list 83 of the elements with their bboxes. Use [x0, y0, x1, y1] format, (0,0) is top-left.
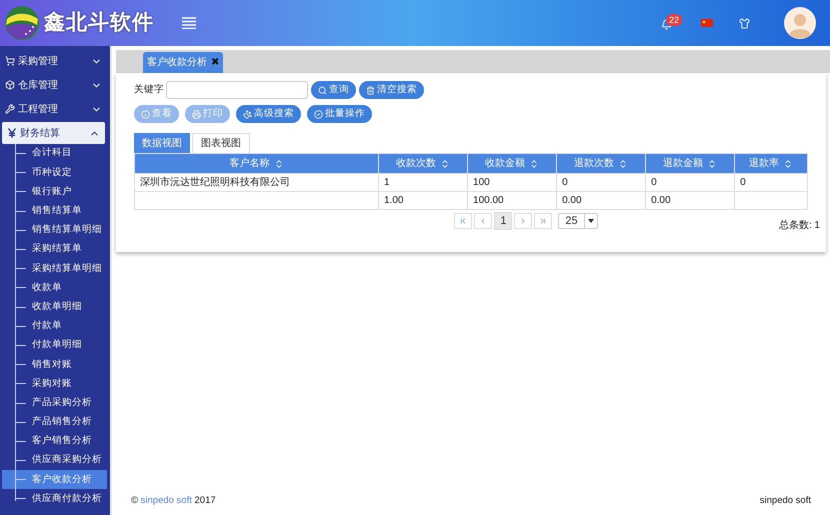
action-button[interactable]: 高级搜索	[236, 105, 301, 123]
last-page-button[interactable]	[534, 213, 552, 229]
total-count: 总条数: 1	[778, 218, 820, 233]
table-cell: 0	[734, 174, 808, 192]
info-icon	[141, 110, 150, 118]
sidebar-item[interactable]: 收款单	[2, 278, 107, 298]
check-circle-icon	[314, 110, 323, 118]
sidebar-item[interactable]: 收款单明细	[2, 298, 107, 317]
sort-icon	[707, 158, 718, 168]
column-header[interactable]: 收款次数	[378, 154, 468, 174]
sidebar-item[interactable]: 产品销售分析	[2, 412, 107, 432]
sidebar-item[interactable]: 销售结算单明细	[2, 220, 107, 240]
cube-icon	[5, 80, 15, 90]
notification-badge: 22	[666, 14, 682, 26]
avatar-icon[interactable]	[784, 7, 816, 39]
sort-icon	[274, 158, 284, 168]
first-icon	[459, 217, 468, 225]
sidebar-item[interactable]: 付款单	[2, 316, 107, 336]
menu-icon[interactable]	[182, 17, 196, 29]
sidebar-item[interactable]: 产品采购分析	[2, 393, 107, 413]
paw-icon	[243, 110, 252, 118]
sort-icon	[529, 158, 540, 168]
table-cell: 0.00	[556, 192, 646, 210]
sidebar-item[interactable]: 采购结算单	[2, 240, 107, 260]
column-header[interactable]: 退款次数	[556, 154, 646, 174]
sidebar-group[interactable]: 仓库管理	[0, 74, 107, 96]
last-icon	[539, 217, 548, 225]
logo-text: 鑫北斗软件	[44, 10, 154, 36]
close-icon[interactable]: ✖	[211, 55, 219, 70]
table-cell: 深圳市沅达世纪照明科技有限公司	[134, 174, 378, 192]
trash-icon	[366, 86, 375, 94]
sidebar-item[interactable]: 会计科目	[2, 144, 107, 164]
page-size-select[interactable]: 25	[558, 213, 598, 229]
sidebar-item[interactable]: 币种设定	[2, 163, 107, 182]
sidebar-item[interactable]: 采购结算单明细	[2, 259, 107, 278]
page-tab[interactable]: 客户收款分析 ✖	[143, 52, 223, 73]
sort-icon	[440, 158, 450, 168]
table-cell: 1	[378, 174, 468, 192]
flag-icon[interactable]	[701, 19, 713, 27]
sidebar-group[interactable]: 财务结算	[2, 122, 105, 144]
sidebar-item[interactable]: 销售对账	[2, 355, 107, 374]
action-button[interactable]: 批量操作	[307, 105, 372, 123]
sort-icon	[618, 158, 628, 168]
column-header[interactable]: 退款率	[734, 154, 808, 174]
sort-icon	[783, 158, 794, 168]
search-button[interactable]: 查询	[311, 81, 356, 99]
table-cell: 0	[646, 174, 735, 192]
sidebar-item[interactable]: 采购对账	[2, 374, 107, 394]
sidebar-item[interactable]: 销售结算单	[2, 202, 107, 221]
table-cell: 100	[468, 174, 557, 192]
first-page-button[interactable]	[454, 213, 472, 229]
column-header[interactable]: 收款金额	[468, 154, 557, 174]
sidebar-item[interactable]: 付款单明细	[2, 336, 107, 356]
keyword-field[interactable]	[166, 81, 308, 99]
caret-down-icon	[588, 219, 594, 223]
table-cell: 0	[556, 174, 646, 192]
search-icon	[318, 86, 327, 94]
table-cell: 1.00	[378, 192, 468, 210]
company-link[interactable]: sinpedo soft	[140, 494, 192, 506]
printer-icon	[192, 110, 201, 118]
view-tab[interactable]: 图表视图	[192, 133, 250, 153]
table-cell: 100.00	[468, 192, 557, 210]
column-header[interactable]: 客户名称	[134, 154, 378, 174]
view-tab[interactable]: 数据视图	[134, 133, 190, 153]
wrench-icon	[5, 104, 15, 114]
table-cell: 0.00	[646, 192, 735, 210]
copyright-text: © sinpedo soft 2017	[131, 494, 216, 508]
column-header[interactable]: 退款金额	[646, 154, 735, 174]
sidebar-group[interactable]: 工程管理	[0, 98, 107, 120]
sidebar-group[interactable]: 采购管理	[0, 50, 107, 72]
keyword-label: 关键字	[134, 82, 164, 97]
sidebar-item[interactable]: 供应商付款分析	[2, 489, 107, 509]
globe-logo-icon	[4, 5, 40, 41]
cart-icon	[5, 56, 15, 66]
sidebar-item[interactable]: 银行账户	[2, 182, 107, 202]
page-button[interactable]: 1	[494, 212, 512, 230]
sidebar-item[interactable]: 客户销售分析	[2, 432, 107, 451]
company-name: sinpedo soft	[760, 494, 811, 508]
sidebar-item[interactable]: 客户收款分析	[2, 470, 107, 490]
sidebar-item[interactable]: 供应商采购分析	[2, 451, 107, 470]
shirt-icon[interactable]	[739, 18, 750, 28]
yen-icon	[7, 128, 17, 138]
search-button[interactable]: 清空搜索	[359, 81, 424, 99]
